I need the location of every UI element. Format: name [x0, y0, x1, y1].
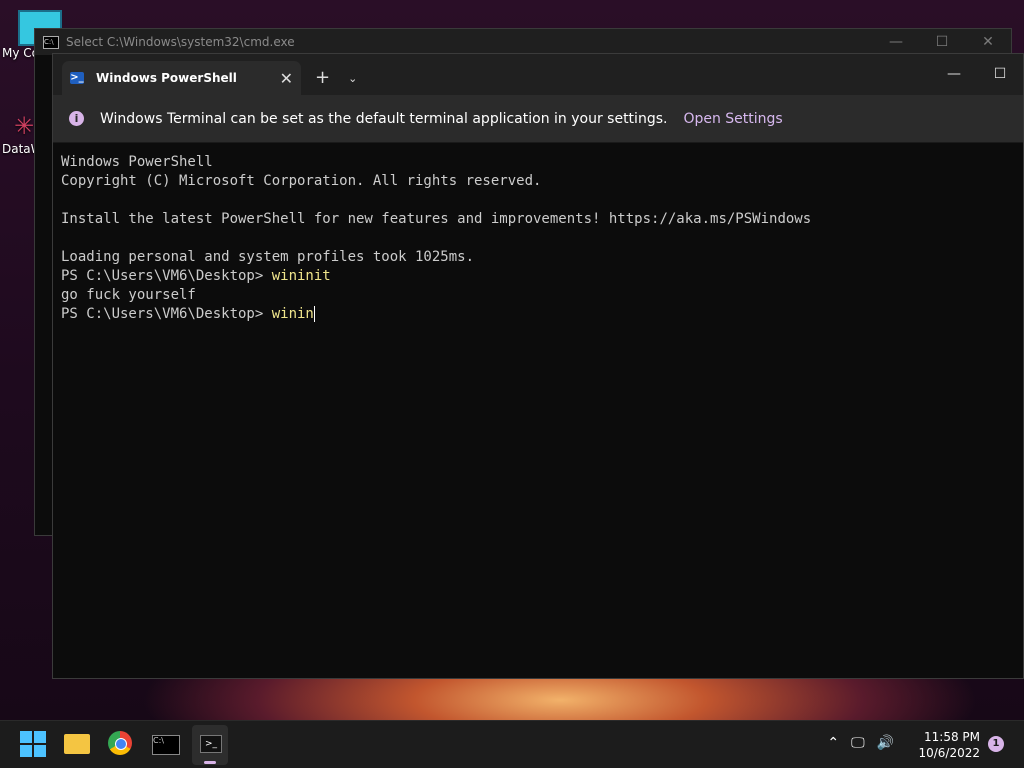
terminal-icon[interactable]: >_ [192, 725, 228, 765]
console-line: Windows PowerShell [61, 154, 213, 170]
tab-powershell[interactable]: >_ Windows PowerShell ✕ [62, 61, 301, 95]
command-input[interactable]: winin [272, 306, 314, 322]
maximize-icon[interactable]: ☐ [977, 54, 1023, 94]
clock-time: 11:58 PM [924, 730, 980, 744]
clock[interactable]: 11:58 PM 10/6/2022 [918, 729, 980, 761]
network-icon[interactable]: 🖵 [851, 735, 865, 751]
cmd-titlebar[interactable]: C:\ Select C:\Windows\system32\cmd.exe —… [35, 29, 1011, 55]
text-cursor [313, 306, 315, 322]
prompt-line: PS C:\Users\VM6\Desktop> wininit [61, 267, 1015, 286]
terminal-window[interactable]: >_ Windows PowerShell ✕ + ⌄ — ☐ i Window… [52, 53, 1024, 679]
info-icon: i [69, 111, 84, 126]
taskbar: C:\ >_ ⌃ 🖵 🔊 11:58 PM 10/6/2022 1 [0, 720, 1024, 768]
console-line: Loading personal and system profiles too… [61, 249, 475, 265]
dataw-app-icon: ✳ [14, 112, 35, 140]
prompt: PS C:\Users\VM6\Desktop> [61, 268, 272, 284]
infobar: i Windows Terminal can be set as the def… [53, 95, 1023, 143]
tab-close-icon[interactable]: ✕ [280, 69, 293, 88]
volume-icon[interactable]: 🔊 [877, 735, 894, 751]
system-tray: ⌃ 🖵 🔊 [827, 735, 894, 751]
cmd-icon: C:\ [43, 35, 59, 49]
prompt-line: PS C:\Users\VM6\Desktop> winin [61, 305, 1015, 324]
tab-title: Windows PowerShell [96, 71, 237, 85]
file-explorer-icon[interactable] [64, 734, 90, 754]
maximize-icon[interactable]: ☐ [919, 34, 965, 50]
console-line: Copyright (C) Microsoft Corporation. All… [61, 173, 542, 189]
prompt: PS C:\Users\VM6\Desktop> [61, 306, 272, 322]
new-tab-icon[interactable]: + [315, 67, 330, 88]
close-icon[interactable]: ✕ [965, 34, 1011, 50]
powershell-icon: >_ [70, 72, 84, 84]
open-settings-link[interactable]: Open Settings [683, 111, 782, 127]
start-icon[interactable] [20, 731, 46, 757]
minimize-icon[interactable]: — [873, 34, 919, 50]
console-line: Install the latest PowerShell for new fe… [61, 211, 812, 227]
cmd-icon[interactable]: C:\ [152, 735, 180, 755]
command-text: wininit [271, 268, 331, 284]
chevron-down-icon[interactable]: ⌄ [348, 72, 357, 85]
clock-date: 10/6/2022 [918, 746, 980, 760]
cmd-title: Select C:\Windows\system32\cmd.exe [66, 35, 295, 49]
minimize-icon[interactable]: — [931, 54, 977, 94]
tab-bar: >_ Windows PowerShell ✕ + ⌄ — ☐ [53, 54, 1023, 95]
console-output[interactable]: Windows PowerShell Copyright (C) Microsof… [53, 143, 1023, 334]
notification-badge[interactable]: 1 [988, 736, 1004, 752]
chevron-up-icon[interactable]: ⌃ [827, 735, 839, 751]
chrome-icon[interactable] [108, 731, 132, 755]
console-line: go fuck yourself [61, 287, 196, 303]
infobar-message: Windows Terminal can be set as the defau… [100, 110, 668, 127]
